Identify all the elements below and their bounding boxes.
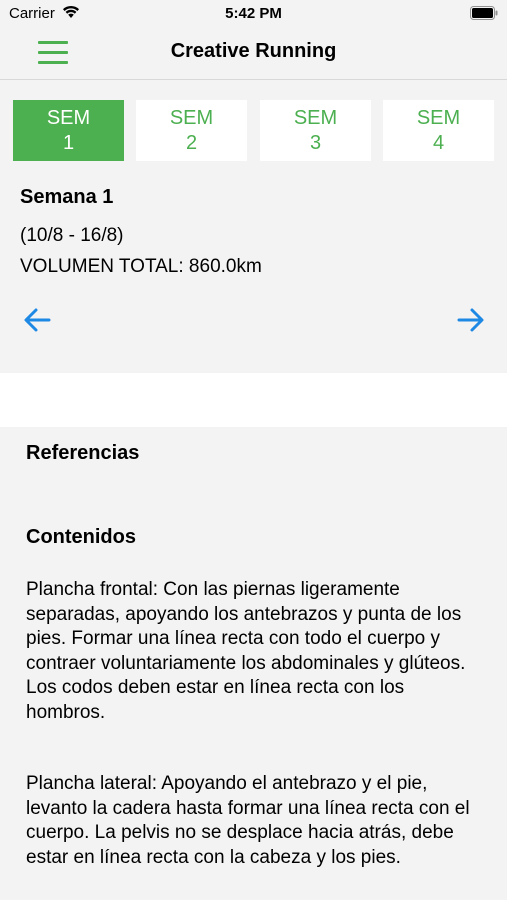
tab-number: 4: [432, 132, 445, 154]
navigation-bar: Creative Running: [0, 28, 507, 80]
tab-label: SEM: [416, 107, 461, 129]
week-title: Semana 1: [20, 186, 114, 208]
tab-week-2[interactable]: SEM 2: [136, 100, 247, 161]
tab-label: SEM: [169, 107, 214, 129]
arrow-left-icon[interactable]: [22, 304, 54, 336]
divider-band: [0, 373, 507, 427]
exercise-description: Plancha frontal: Con las piernas ligeram…: [26, 579, 466, 723]
tab-number: 2: [185, 132, 198, 154]
status-bar: Carrier 5:42 PM: [0, 0, 507, 28]
arrow-right-icon[interactable]: [454, 304, 486, 336]
tab-week-4[interactable]: SEM 4: [383, 100, 494, 161]
tab-label: SEM: [46, 107, 91, 129]
tab-label: SEM: [293, 107, 338, 129]
references-heading: Referencias: [26, 442, 140, 464]
contents-heading: Contenidos: [26, 526, 136, 548]
clock: 5:42 PM: [225, 5, 282, 22]
week-dates: (10/8 - 16/8): [20, 225, 124, 246]
tab-week-1[interactable]: SEM 1: [13, 100, 124, 161]
battery-icon: [470, 6, 498, 25]
tab-number: 1: [62, 132, 75, 154]
tab-week-3[interactable]: SEM 3: [260, 100, 371, 161]
week-tabs: SEM 1 SEM 2 SEM 3 SEM 4: [13, 100, 494, 161]
tab-number: 3: [309, 132, 322, 154]
page-title: Creative Running: [170, 40, 337, 62]
exercise-description: Plancha lateral: Apoyando el antebrazo y…: [26, 773, 470, 868]
week-total-volume: VOLUMEN TOTAL: 860.0km: [20, 256, 262, 277]
